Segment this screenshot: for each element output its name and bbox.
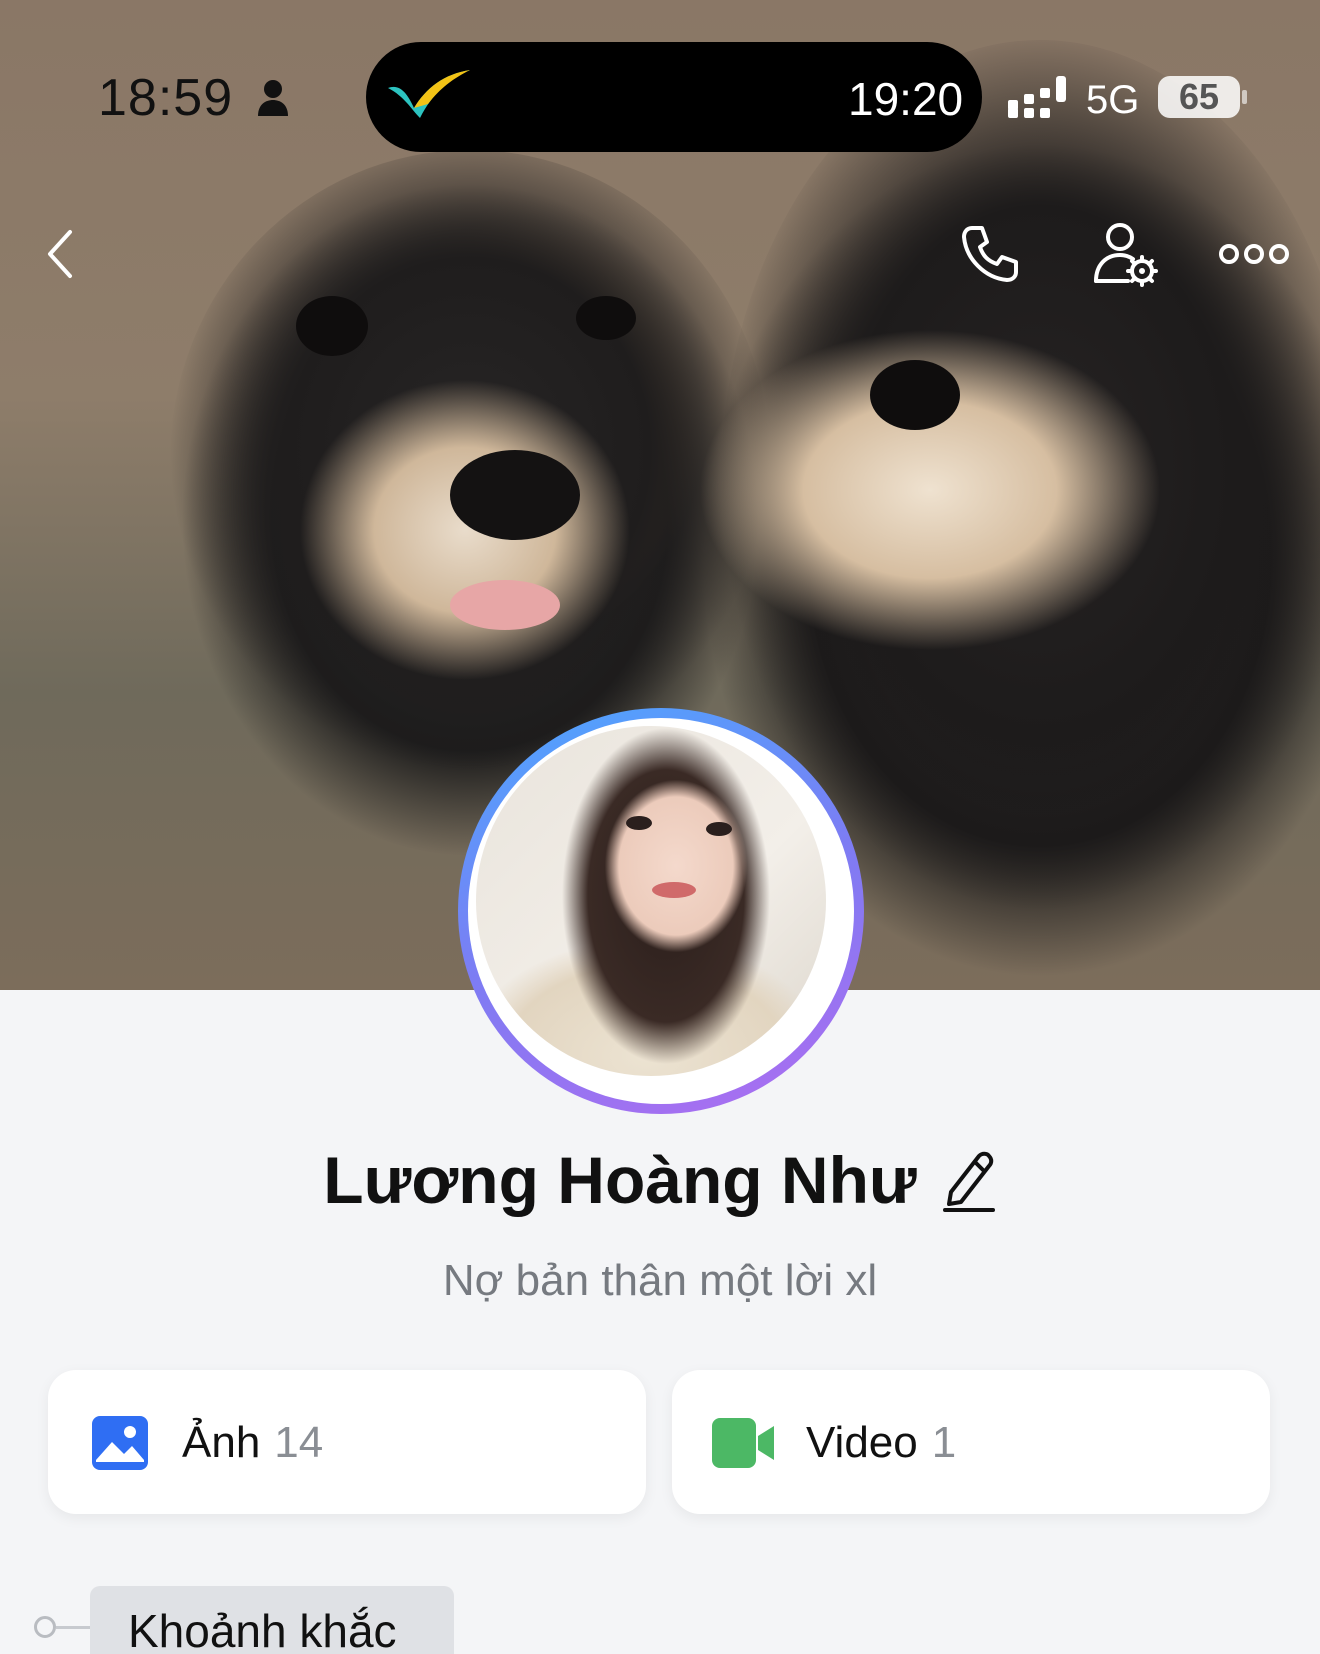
videos-label-text: Video (806, 1418, 918, 1467)
signal-strength-icon (1008, 76, 1066, 118)
battery-cap (1242, 90, 1247, 104)
video-camera-icon (712, 1418, 774, 1468)
avatar-eye-left (626, 816, 652, 830)
avatar-photo (476, 726, 826, 1076)
profile-bio: Nợ bản thân một lời xl (442, 1256, 878, 1305)
cover-left-puppy-eye-r (576, 296, 636, 340)
phone-icon (962, 226, 1018, 282)
name-row: Lương Hoàng Như (0, 1140, 1320, 1220)
videos-count: 1 (931, 1418, 957, 1467)
avatar-eye-right (706, 822, 732, 836)
battery-level: 65 (1178, 76, 1220, 117)
more-icon (1219, 244, 1289, 264)
cover-right-puppy-eye (870, 360, 960, 430)
user-settings-icon (1094, 223, 1158, 287)
videos-label: Video 1 (806, 1418, 956, 1468)
status-time-left: 18:59 (98, 69, 234, 127)
back-icon (48, 230, 72, 278)
call-button[interactable] (950, 214, 1030, 294)
timeline-dot (34, 1616, 56, 1638)
cover-left-puppy-muzzle (300, 380, 630, 680)
photos-card[interactable]: Ảnh 14 (48, 1370, 646, 1514)
photos-label-text: Ảnh (182, 1418, 261, 1467)
status-time-right: 19:20 (848, 73, 964, 125)
image-icon (92, 1416, 148, 1470)
avatar-lips (652, 882, 696, 898)
videos-card[interactable]: Video 1 (672, 1370, 1270, 1514)
network-type: 5G (1086, 78, 1140, 122)
edit-pencil-icon[interactable] (941, 1148, 997, 1212)
moments-tab-label: Khoảnh khắc (128, 1605, 397, 1654)
photos-label: Ảnh 14 (182, 1418, 323, 1468)
profile-name: Lương Hoàng Như (323, 1143, 917, 1217)
person-icon (258, 80, 288, 116)
profile-settings-button[interactable] (1082, 214, 1172, 294)
moments-tab[interactable]: Khoảnh khắc (90, 1586, 454, 1654)
timeline-connector (56, 1626, 90, 1629)
cover-left-puppy-tongue (450, 580, 560, 630)
cover-left-puppy-nose (450, 450, 580, 540)
cover-left-puppy-eye-l (296, 296, 368, 356)
status-bar: 18:59 19:20 5G 65 (0, 0, 1320, 152)
photos-count: 14 (274, 1418, 324, 1467)
avatar[interactable] (458, 708, 864, 1114)
battery-icon: 65 (1158, 76, 1240, 118)
carrier-logo-icon (388, 70, 470, 118)
back-button[interactable] (30, 214, 90, 294)
more-button[interactable] (1214, 224, 1294, 284)
